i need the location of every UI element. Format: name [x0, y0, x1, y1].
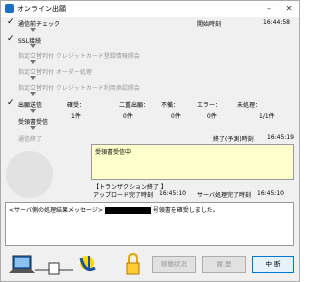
- redacted-block: [104, 207, 151, 214]
- step-order: 指定立替判付 オーダー処理: [18, 69, 92, 76]
- step-credit-approval: 指定立替判付 クレジットカード利用承認照会: [18, 85, 140, 92]
- stop-button[interactable]: 中 断: [252, 256, 294, 273]
- app-icon: [5, 4, 14, 13]
- step-precheck: 通信前チェック: [18, 21, 61, 28]
- count-double-value: 0件: [123, 113, 133, 120]
- count-normal-label: 確受：: [67, 102, 86, 109]
- server-time-label: サーバ処理完了時刻: [197, 192, 251, 199]
- message-prefix: <サーバ側の処理結果メッセージ>: [9, 207, 103, 214]
- down-arrow-icon: [30, 28, 36, 32]
- lock-icon: [126, 253, 140, 275]
- down-arrow-icon: [30, 44, 36, 48]
- step-credit-info: 指定立替判付 クレジットカード登録情報照会: [18, 53, 140, 60]
- step-end: 通信終了: [18, 136, 43, 143]
- check-icon: ✓: [7, 34, 15, 44]
- server-time-value: 16:45:10: [257, 190, 284, 197]
- down-arrow-icon: [30, 126, 36, 130]
- count-double-label: 二重出願：: [119, 102, 150, 109]
- count-unsent-label: 未処理：: [237, 102, 262, 109]
- check-icon: ✓: [7, 17, 15, 27]
- transfer-illustration: [9, 255, 96, 275]
- down-arrow-icon: [30, 60, 36, 64]
- down-arrow-icon: [30, 109, 36, 113]
- online-filing-window: オンライン出願 – ✕ ✓ 通信前チェック 開始時刻 16:44:58 ✓ SS…: [0, 0, 300, 282]
- count-insufficient-value: 0件: [171, 113, 181, 120]
- count-insufficient-label: 不備：: [161, 102, 180, 109]
- count-normal-value: 1件: [71, 113, 81, 120]
- down-arrow-icon: [30, 92, 36, 96]
- cable-icon: [35, 262, 73, 275]
- count-error-label: エラー：: [197, 102, 222, 109]
- upload-time-label: アップロード完了時刻: [93, 192, 154, 199]
- computer-icon: [9, 255, 35, 273]
- server-message-box[interactable]: <サーバ側の処理結果メッセージ> 号領書を確受しました。: [5, 202, 294, 246]
- step-receipt: 受領書受信: [18, 119, 49, 126]
- minimize-button[interactable]: –: [263, 3, 275, 14]
- message-suffix: 号領書を確受しました。: [152, 207, 219, 214]
- progress-circle: [6, 151, 53, 198]
- down-arrow-icon: [30, 76, 36, 80]
- start-time-label: 開始時刻: [197, 21, 222, 28]
- count-unsent-value: 1/1件: [259, 113, 275, 120]
- status-panel: 受領書受信中: [91, 144, 294, 180]
- upload-time-value: 16:45:10: [159, 190, 186, 197]
- title-bar: オンライン出願 – ✕: [1, 1, 299, 17]
- step-send: 出願送信: [18, 102, 43, 109]
- start-time-value: 16:44:58: [263, 19, 290, 26]
- status-button[interactable]: 稼働状況: [152, 256, 196, 273]
- close-button[interactable]: ✕: [283, 3, 295, 14]
- status-text: 受領書受信中: [95, 149, 132, 156]
- count-error-value: 0件: [207, 113, 217, 120]
- jpo-logo-icon: [79, 256, 96, 272]
- end-time-label: 終了(予測)時刻: [213, 136, 254, 143]
- history-button[interactable]: 履 歴: [202, 256, 246, 273]
- window-title: オンライン出願: [17, 5, 66, 13]
- end-time-value: 16:45:19: [267, 134, 294, 141]
- check-icon: ✓: [7, 98, 15, 108]
